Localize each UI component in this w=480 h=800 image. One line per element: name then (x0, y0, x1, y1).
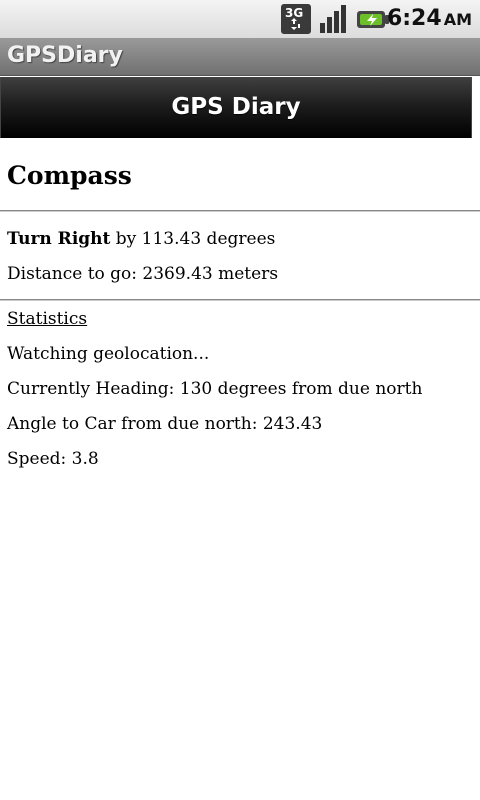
header-title: GPS Diary (171, 94, 301, 120)
3g-data-icon: 3G (281, 4, 311, 34)
clock-ampm: AM (443, 10, 472, 29)
battery-charging-icon (357, 11, 389, 28)
page-title: Compass (7, 161, 132, 190)
status-bar: 3G 6:24 AM (0, 0, 480, 38)
geolocation-status: Watching geolocation... (7, 344, 210, 364)
clock-time: 6:24 (386, 6, 442, 31)
page-header: GPS Diary (0, 77, 472, 138)
speed-value: Speed: 3.8 (7, 449, 99, 469)
turn-direction: Turn Right (7, 229, 111, 249)
angle-to-car: Angle to Car from due north: 243.43 (7, 414, 323, 434)
distance-to-go: Distance to go: 2369.43 meters (7, 264, 279, 284)
turn-degrees: by 113.43 degrees (110, 229, 276, 249)
app-title: GPSDiary (7, 43, 123, 68)
statistics-link[interactable]: Statistics (7, 308, 87, 330)
app-title-bar: GPSDiary (0, 38, 480, 76)
main-content: Compass Turn Right by 113.43 degrees Dis… (0, 138, 480, 469)
signal-strength-icon (320, 5, 346, 33)
clock: 6:24 AM (387, 6, 472, 31)
divider (0, 299, 480, 301)
turn-instruction: Turn Right by 113.43 degrees (7, 228, 275, 250)
current-heading: Currently Heading: 130 degrees from due … (7, 379, 423, 399)
svg-text:3G: 3G (285, 6, 303, 20)
divider (0, 210, 480, 212)
